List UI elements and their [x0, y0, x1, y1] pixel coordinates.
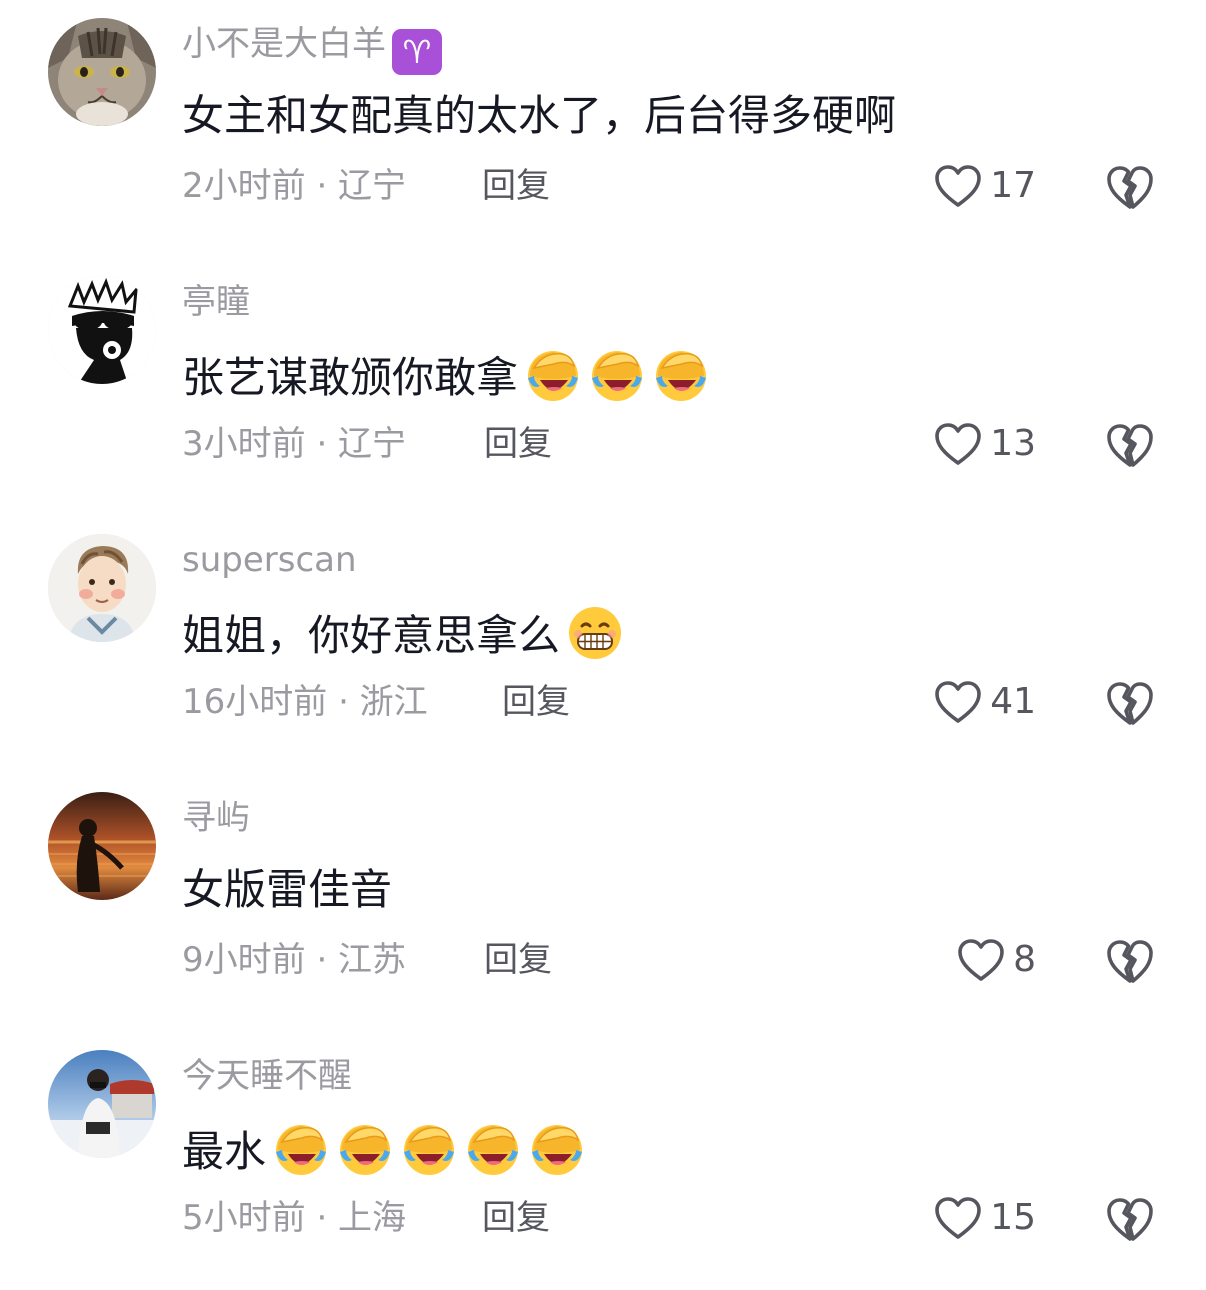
reply-button[interactable]: 回复	[484, 422, 552, 466]
comment-username[interactable]: 今天睡不醒	[182, 1054, 352, 1098]
comment-body: 女主和女配真的太水了，后台得多硬啊	[182, 91, 897, 140]
facepalm-laughing-emoji	[524, 346, 582, 404]
facepalm-laughing-emoji	[272, 1120, 330, 1178]
facepalm-laughing-emoji	[400, 1120, 458, 1178]
comment-text: 姐姐，你好意思拿么	[182, 604, 624, 664]
reply-button[interactable]: 回复	[482, 164, 550, 208]
dislike-button[interactable]	[1106, 680, 1154, 726]
facepalm-laughing-emoji	[528, 1120, 586, 1178]
aries-badge-icon: ♈	[392, 29, 442, 75]
like-button[interactable]: 17	[934, 162, 1036, 210]
comment-body: 姐姐，你好意思拿么	[182, 611, 561, 660]
broken-heart-icon	[1106, 680, 1154, 726]
comment-text: 张艺谋敢颁你敢拿	[182, 346, 710, 406]
comment-meta: 5小时前 · 上海	[182, 1198, 407, 1238]
reply-button[interactable]: 回复	[502, 680, 570, 724]
like-count: 17	[990, 165, 1036, 206]
comment-meta: 3小时前 · 辽宁	[182, 424, 407, 464]
comment-item: 寻屿 女版雷佳音 9小时前 · 江苏 回复 8	[0, 774, 1206, 1032]
comment-meta: 9小时前 · 江苏	[182, 940, 407, 980]
username-text: 小不是大白羊	[182, 24, 386, 64]
winter-photo-avatar[interactable]	[48, 1050, 156, 1158]
comment-item: 亭瞳 张艺谋敢颁你敢拿 3小时前 · 辽宁 回复 13	[0, 258, 1206, 516]
grinning-teeth-emoji	[566, 604, 624, 662]
broken-heart-icon	[1106, 938, 1154, 984]
like-button[interactable]: 13	[934, 420, 1036, 468]
comment-text: 最水	[182, 1120, 586, 1180]
like-count: 41	[990, 681, 1036, 722]
comment-username[interactable]: superscan	[182, 538, 357, 582]
dislike-button[interactable]	[1106, 1196, 1154, 1242]
reply-button[interactable]: 回复	[484, 938, 552, 982]
comment-text: 女主和女配真的太水了，后台得多硬啊	[182, 88, 896, 144]
comment-body: 女版雷佳音	[182, 865, 393, 914]
facepalm-laughing-emoji	[464, 1120, 522, 1178]
heart-outline-icon	[934, 680, 982, 724]
comment-item: 小不是大白羊 ♈ 女主和女配真的太水了，后台得多硬啊 2小时前 · 辽宁 回复 1…	[0, 0, 1206, 258]
dislike-button[interactable]	[1106, 938, 1154, 984]
heart-outline-icon	[957, 938, 1005, 982]
comment-body: 最水	[182, 1127, 267, 1176]
facepalm-laughing-emoji	[336, 1120, 394, 1178]
like-button[interactable]: 41	[934, 678, 1036, 726]
like-count: 13	[990, 423, 1036, 464]
facepalm-laughing-emoji	[588, 346, 646, 404]
sunglasses-cartoon-avatar[interactable]	[48, 276, 156, 384]
illustrated-boy-avatar[interactable]	[48, 534, 156, 642]
dislike-button[interactable]	[1106, 422, 1154, 468]
comment-item: 今天睡不醒 最水 5小时前 · 上海 回复 15	[0, 1032, 1206, 1290]
broken-heart-icon	[1106, 164, 1154, 210]
comment-item: superscan 姐姐，你好意思拿么 16小时前 · 浙江 回复 41	[0, 516, 1206, 774]
dislike-button[interactable]	[1106, 164, 1154, 210]
heart-outline-icon	[934, 422, 982, 466]
comment-username[interactable]: 小不是大白羊 ♈	[182, 22, 442, 75]
comment-username[interactable]: 亭瞳	[182, 280, 250, 324]
like-count: 15	[990, 1197, 1036, 1238]
like-count: 8	[1013, 939, 1036, 980]
comment-username[interactable]: 寻屿	[182, 796, 250, 840]
comment-body: 张艺谋敢颁你敢拿	[182, 353, 519, 402]
heart-outline-icon	[934, 1196, 982, 1240]
like-button[interactable]: 15	[934, 1194, 1036, 1242]
comment-meta: 2小时前 · 辽宁	[182, 166, 407, 206]
comment-meta: 16小时前 · 浙江	[182, 682, 428, 722]
cat-avatar[interactable]	[48, 18, 156, 126]
facepalm-laughing-emoji	[652, 346, 710, 404]
sunset-silhouette-avatar[interactable]	[48, 792, 156, 900]
comment-text: 女版雷佳音	[182, 862, 392, 918]
reply-button[interactable]: 回复	[482, 1196, 550, 1240]
broken-heart-icon	[1106, 1196, 1154, 1242]
broken-heart-icon	[1106, 422, 1154, 468]
heart-outline-icon	[934, 164, 982, 208]
like-button[interactable]: 8	[957, 936, 1036, 984]
